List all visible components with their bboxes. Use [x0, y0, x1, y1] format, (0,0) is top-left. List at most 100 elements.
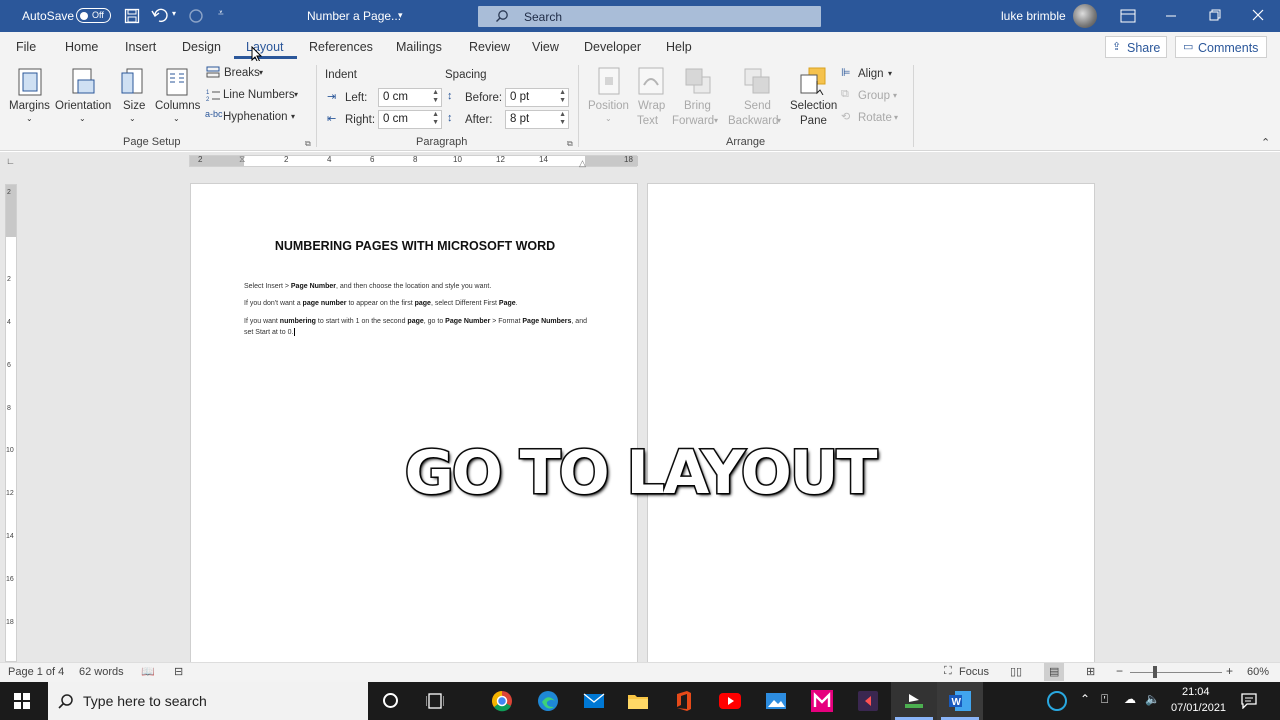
taskbar-word-icon[interactable]: W — [937, 682, 983, 720]
orientation-dropdown-icon[interactable]: ⌄ — [79, 114, 86, 123]
word-count[interactable]: 62 words — [79, 666, 124, 678]
margins-button[interactable]: Margins — [9, 100, 50, 112]
taskbar-youtube-icon[interactable] — [707, 682, 753, 720]
zoom-out-icon[interactable]: − — [1116, 664, 1123, 678]
cortana-icon[interactable] — [383, 693, 398, 708]
position-button[interactable]: Position — [588, 100, 629, 112]
indent-marker-icon[interactable]: ⧖ — [239, 154, 245, 165]
undo-icon[interactable] — [151, 8, 169, 24]
tab-file[interactable]: File — [16, 40, 36, 54]
hyphenation-dropdown-icon[interactable]: ▾ — [291, 112, 295, 121]
macro-recording-icon[interactable]: ⊟ — [174, 665, 183, 678]
undo-dropdown-icon[interactable]: ▾ — [172, 9, 176, 18]
margins-icon[interactable] — [18, 68, 42, 96]
tab-stop-selector[interactable]: ∟ — [6, 156, 15, 166]
bring-forward-button[interactable]: Bring — [684, 100, 711, 112]
onedrive-icon[interactable]: ☁ — [1124, 692, 1136, 706]
size-dropdown-icon[interactable]: ⌄ — [129, 114, 136, 123]
selection-pane-icon[interactable] — [799, 67, 827, 95]
tray-app-icon[interactable] — [1047, 691, 1067, 711]
task-view-icon[interactable] — [426, 693, 444, 709]
horizontal-ruler[interactable]: 2 2 4 6 8 10 12 14 18 — [189, 155, 638, 167]
vertical-ruler[interactable]: 2 2 4 6 8 10 12 14 16 18 — [5, 184, 17, 662]
line-numbers-dropdown-icon[interactable]: ▾ — [294, 90, 298, 99]
page-2[interactable] — [647, 183, 1095, 663]
notification-center-icon[interactable] — [1241, 693, 1257, 709]
taskbar-m-app-icon[interactable] — [799, 682, 845, 720]
focus-button[interactable]: Focus — [959, 666, 989, 678]
save-icon[interactable] — [124, 8, 140, 24]
orientation-button[interactable]: Orientation — [55, 100, 111, 112]
page-count[interactable]: Page 1 of 4 — [8, 666, 64, 678]
zoom-level[interactable]: 60% — [1247, 666, 1269, 678]
wrap-text-button[interactable]: Wrap — [638, 100, 665, 112]
align-dropdown-icon[interactable]: ▾ — [888, 69, 892, 78]
tab-help[interactable]: Help — [666, 40, 692, 54]
taskbar-camtasia-icon[interactable] — [891, 682, 937, 720]
taskbar-chrome-icon[interactable] — [479, 682, 525, 720]
spacing-before-field[interactable]: 0 pt ▲ ▼ — [505, 88, 569, 107]
right-indent-marker-icon[interactable]: △ — [579, 158, 586, 169]
tab-insert[interactable]: Insert — [125, 40, 156, 54]
proofing-icon[interactable]: 📖 — [141, 665, 155, 678]
search-box[interactable]: Search — [478, 6, 821, 27]
size-button[interactable]: Size — [123, 100, 145, 112]
breaks-button[interactable]: Breaks — [224, 67, 260, 79]
close-icon[interactable] — [1252, 9, 1264, 21]
page-setup-launcher-icon[interactable]: ⧉ — [305, 139, 311, 149]
web-layout-icon[interactable]: ⊞ — [1086, 665, 1095, 678]
group-button[interactable]: Group — [858, 90, 890, 102]
tray-overflow-icon[interactable]: ⌃ — [1080, 692, 1090, 706]
tab-review[interactable]: Review — [469, 40, 510, 54]
tab-references[interactable]: References — [309, 40, 373, 54]
tab-developer[interactable]: Developer — [584, 40, 641, 54]
clock-time[interactable]: 21:04 — [1182, 686, 1210, 698]
clock-date[interactable]: 07/01/2021 — [1171, 702, 1226, 714]
columns-button[interactable]: Columns — [155, 100, 200, 112]
autosave-toggle[interactable]: Off — [76, 8, 111, 23]
send-backward-button[interactable]: Send — [744, 100, 771, 112]
columns-dropdown-icon[interactable]: ⌄ — [173, 114, 180, 123]
paragraph-launcher-icon[interactable]: ⧉ — [567, 139, 573, 149]
share-button[interactable]: ⇪ Share — [1105, 36, 1167, 58]
customize-qat-icon[interactable]: ⩡ — [218, 8, 224, 19]
taskbar-photos-icon[interactable] — [753, 682, 799, 720]
size-icon[interactable] — [121, 68, 143, 96]
page-1[interactable]: NUMBERING PAGES WITH MICROSOFT WORD Sele… — [190, 183, 638, 663]
avatar[interactable] — [1073, 4, 1097, 28]
breaks-dropdown-icon[interactable]: ▾ — [259, 68, 263, 77]
indent-right-field[interactable]: 0 cm ▲ ▼ — [378, 110, 442, 129]
zoom-slider[interactable] — [1130, 672, 1222, 673]
indent-left-field[interactable]: 0 cm ▲ ▼ — [378, 88, 442, 107]
title-dropdown-icon[interactable]: ▾ — [398, 10, 403, 21]
zoom-in-icon[interactable]: + — [1226, 664, 1233, 678]
read-mode-icon[interactable]: ▯▯ — [1010, 665, 1022, 678]
taskbar-file-explorer-icon[interactable] — [615, 682, 661, 720]
windows-start-icon[interactable] — [14, 693, 30, 709]
taskbar-search-box[interactable]: Type here to search — [48, 682, 368, 720]
collapse-ribbon-icon[interactable]: ⌃ — [1261, 136, 1270, 149]
line-numbers-button[interactable]: Line Numbers — [223, 89, 295, 101]
tab-mailings[interactable]: Mailings — [396, 40, 442, 54]
taskbar-mail-icon[interactable] — [571, 682, 617, 720]
selection-pane-button[interactable]: Selection — [790, 100, 837, 112]
volume-icon[interactable]: 🔈 — [1145, 692, 1160, 706]
tab-view[interactable]: View — [532, 40, 559, 54]
taskbar-edge-icon[interactable] — [525, 682, 571, 720]
taskbar-office-icon[interactable] — [661, 682, 707, 720]
restore-icon[interactable] — [1209, 9, 1221, 21]
taskbar-screen-recorder-icon[interactable] — [845, 682, 891, 720]
tab-home[interactable]: Home — [65, 40, 98, 54]
tray-device-icon[interactable]: ⍞ — [1101, 692, 1108, 707]
comments-button[interactable]: ▭ Comments — [1175, 36, 1267, 58]
spacing-after-field[interactable]: 8 pt ▲ ▼ — [505, 110, 569, 129]
rotate-button[interactable]: Rotate — [858, 112, 892, 124]
hyphenation-button[interactable]: Hyphenation — [223, 111, 288, 123]
ribbon-display-options-icon[interactable] — [1120, 9, 1136, 23]
orientation-icon[interactable] — [70, 68, 96, 96]
zoom-slider-thumb[interactable] — [1153, 666, 1157, 678]
align-button[interactable]: Align — [858, 68, 884, 80]
user-name[interactable]: luke brimble — [1001, 9, 1066, 23]
tab-design[interactable]: Design — [182, 40, 221, 54]
document-title[interactable]: Number a Page... — [307, 9, 401, 23]
